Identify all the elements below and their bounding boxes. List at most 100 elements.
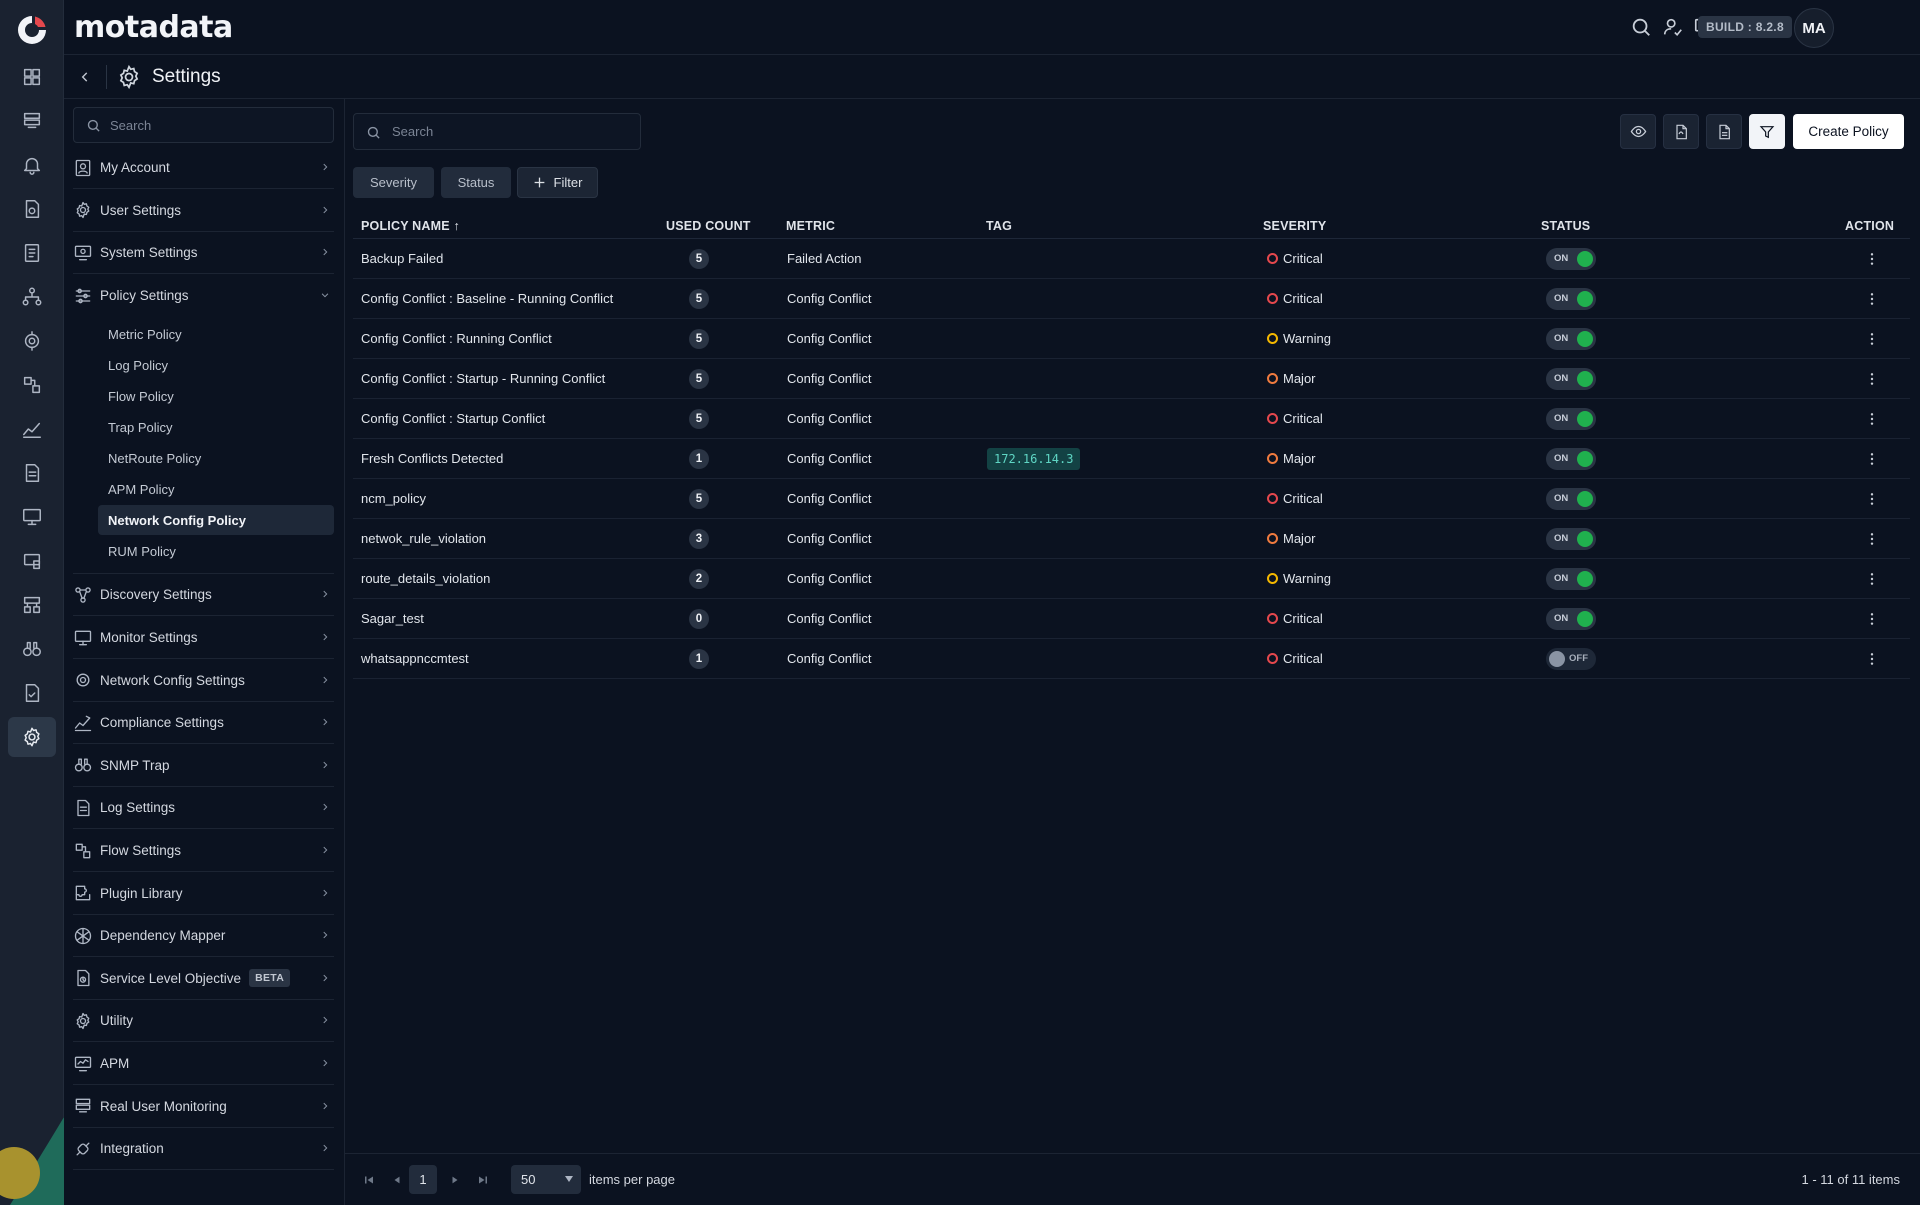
avatar[interactable]: MA [1794,8,1834,48]
sidebar-item-integration[interactable]: Integration [73,1128,334,1171]
sidebar-subitem-metric-policy[interactable]: Metric Policy [98,319,334,349]
search-icon[interactable] [1628,14,1654,40]
rail-document-icon[interactable] [8,673,56,713]
sidebar-subitem-flow-policy[interactable]: Flow Policy [98,381,334,411]
more-vertical-icon[interactable] [1862,649,1882,669]
next-page-icon[interactable] [447,1172,463,1188]
sidebar-subitem-rum-policy[interactable]: RUM Policy [98,536,334,566]
policy-name[interactable]: Fresh Conflicts Detected [361,451,503,466]
sidebar-item-dependency-mapper[interactable]: Dependency Mapper [73,915,334,958]
logo-icon[interactable] [14,12,50,48]
user-check-icon[interactable] [1660,14,1686,40]
sidebar-item-apm[interactable]: APM [73,1043,334,1085]
status-toggle[interactable]: OFF [1546,648,1596,670]
sidebar-item-compliance-settings[interactable]: Compliance Settings [73,702,334,745]
rail-inventory-icon[interactable] [8,101,56,141]
status-toggle[interactable]: ON [1546,488,1596,510]
status-toggle[interactable]: ON [1546,248,1596,270]
rail-device-icon[interactable] [8,541,56,581]
sidebar-subitem-trap-policy[interactable]: Trap Policy [98,412,334,442]
status-filter-chip[interactable]: Status [441,167,511,198]
status-toggle[interactable]: ON [1546,288,1596,310]
sidebar-subitem-network-config-policy[interactable]: Network Config Policy [98,505,334,536]
more-vertical-icon[interactable] [1862,409,1882,429]
csv-export-icon[interactable] [1706,114,1742,149]
sidebar-item-log-settings[interactable]: Log Settings [73,787,334,830]
brand-logo[interactable]: motadata [74,10,233,45]
table-row[interactable]: Config Conflict : Running Conflict 5 Confi… [353,319,1910,359]
status-toggle[interactable]: ON [1546,568,1596,590]
rail-settings-icon[interactable] [8,717,56,757]
rail-network-icon[interactable] [8,585,56,625]
create-policy-button[interactable]: Create Policy [1793,114,1904,149]
eye-icon[interactable] [1620,114,1656,149]
rail-flow-icon[interactable] [8,365,56,405]
table-row[interactable]: netwok_rule_violation 3 Config Conflict Maj… [353,519,1910,559]
sidebar-item-user-settings[interactable]: User Settings [73,190,334,232]
policy-name[interactable]: Config Conflict : Running Conflict [361,331,552,346]
status-toggle[interactable]: ON [1546,408,1596,430]
sidebar-item-utility[interactable]: Utility [73,1000,334,1043]
rail-monitor-icon[interactable] [8,497,56,537]
sidebar-item-my-account[interactable]: My Account [73,147,334,189]
rail-report-icon[interactable] [8,233,56,273]
more-vertical-icon[interactable] [1862,449,1882,469]
rail-metric-icon[interactable] [8,409,56,449]
more-vertical-icon[interactable] [1862,369,1882,389]
table-row[interactable]: Config Conflict : Baseline - Running Con… [353,279,1910,319]
rail-log-icon[interactable] [8,453,56,493]
sidebar-subitem-netroute-policy[interactable]: NetRoute Policy [98,443,334,473]
sidebar-subitem-log-policy[interactable]: Log Policy [98,350,334,380]
rail-binoculars-icon[interactable] [8,629,56,669]
current-page[interactable]: 1 [409,1165,437,1194]
more-vertical-icon[interactable] [1862,249,1882,269]
more-vertical-icon[interactable] [1862,529,1882,549]
policy-search-input[interactable] [392,114,632,149]
more-vertical-icon[interactable] [1862,489,1882,509]
rail-topology-icon[interactable] [8,277,56,317]
back-button[interactable] [74,66,96,88]
rail-alert-icon[interactable] [8,145,56,185]
sidebar-item-discovery-settings[interactable]: Discovery Settings [73,574,334,617]
sidebar-search-input[interactable] [110,108,330,142]
status-toggle[interactable]: ON [1546,448,1596,470]
sidebar-item-snmp-trap[interactable]: SNMP Trap [73,745,334,787]
policy-name[interactable]: Config Conflict : Startup Conflict [361,411,545,426]
status-toggle[interactable]: ON [1546,608,1596,630]
more-vertical-icon[interactable] [1862,609,1882,629]
more-vertical-icon[interactable] [1862,289,1882,309]
sidebar-item-system-settings[interactable]: System Settings [73,232,334,275]
policy-name[interactable]: Config Conflict : Startup - Running Conf… [361,371,605,386]
more-vertical-icon[interactable] [1862,569,1882,589]
table-row[interactable]: Fresh Conflicts Detected 1 Config Conflict… [353,439,1910,479]
table-row[interactable]: route_details_violation 2 Config Conflict W… [353,559,1910,599]
page-size-select[interactable]: 50 [511,1165,581,1194]
rail-policy-icon[interactable] [8,189,56,229]
first-page-icon[interactable] [361,1172,377,1188]
table-row[interactable]: Sagar_test 0 Config Conflict Critical ON [353,599,1910,639]
policy-name[interactable]: whatsappnccmtest [361,651,469,666]
last-page-icon[interactable] [475,1172,491,1188]
status-toggle[interactable]: ON [1546,528,1596,550]
table-row[interactable]: Config Conflict : Startup Conflict 5 Confi… [353,399,1910,439]
policy-name[interactable]: Sagar_test [361,611,424,626]
more-vertical-icon[interactable] [1862,329,1882,349]
status-toggle[interactable]: ON [1546,368,1596,390]
pdf-export-icon[interactable] [1663,114,1699,149]
rail-dashboard-icon[interactable] [8,57,56,97]
policy-name[interactable]: route_details_violation [361,571,490,586]
policy-name[interactable]: Backup Failed [361,251,443,266]
sidebar-item-plugin-library[interactable]: Plugin Library [73,873,334,915]
policy-name[interactable]: netwok_rule_violation [361,531,486,546]
col-policy-name[interactable]: POLICY NAME ↑ [361,219,460,233]
rail-ncm-icon[interactable] [8,321,56,361]
table-row[interactable]: Config Conflict : Startup - Running Conf… [353,359,1910,399]
prev-page-icon[interactable] [389,1172,405,1188]
sidebar-item-service-level-objective[interactable]: Service Level Objective BETA [73,958,334,1000]
sidebar-item-real-user-monitoring[interactable]: Real User Monitoring [73,1086,334,1128]
sidebar-item-network-config-settings[interactable]: Network Config Settings [73,660,334,702]
status-toggle[interactable]: ON [1546,328,1596,350]
sidebar-item-monitor-settings[interactable]: Monitor Settings [73,617,334,659]
sidebar-item-policy-settings[interactable]: Policy Settings [73,275,334,317]
policy-name[interactable]: Config Conflict : Baseline - Running Con… [361,291,613,306]
